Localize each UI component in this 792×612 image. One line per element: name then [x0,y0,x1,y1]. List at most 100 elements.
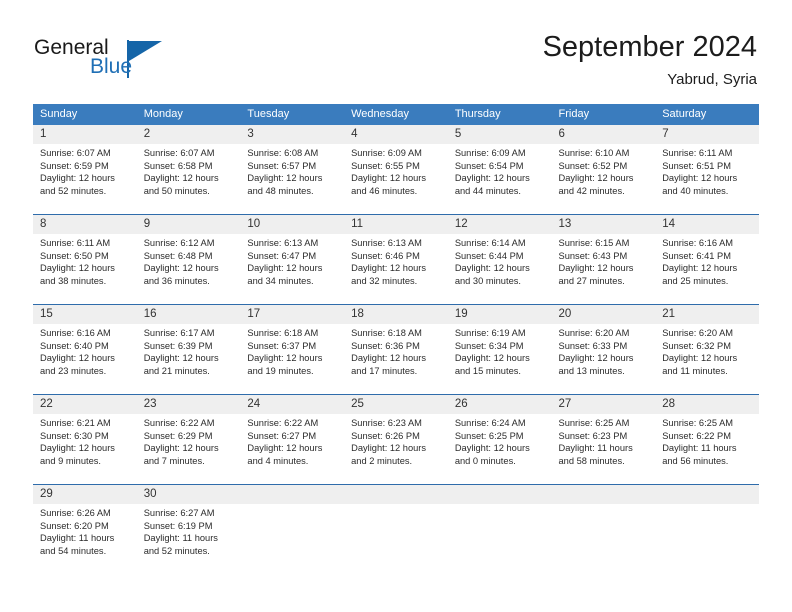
day-number[interactable]: 3 [240,125,344,144]
location-subtitle: Yabrud, Syria [667,71,757,88]
day-number[interactable]: 1 [33,125,137,144]
day-cell[interactable]: Sunrise: 6:22 AM Sunset: 6:27 PM Dayligh… [240,414,344,484]
day-number[interactable]: 23 [137,395,241,414]
daylight-text-line2: and 42 minutes. [558,185,625,196]
daylight-text-line2: and 9 minutes. [40,455,101,466]
day-cell[interactable]: Sunrise: 6:11 AM Sunset: 6:51 PM Dayligh… [655,144,759,214]
daylight-text-line2: and 54 minutes. [40,545,107,556]
day-number[interactable]: 13 [552,215,656,234]
day-number-strip: 1 2 3 4 5 6 7 [33,125,759,144]
day-cell[interactable]: Sunrise: 6:14 AM Sunset: 6:44 PM Dayligh… [448,234,552,304]
calendar-grid: Sunday Monday Tuesday Wednesday Thursday… [33,104,759,574]
sunrise-text: Sunrise: 6:18 AM [247,328,319,338]
day-number[interactable]: 24 [240,395,344,414]
day-number[interactable]: 14 [655,215,759,234]
day-cell-empty [344,504,448,574]
day-cell[interactable]: Sunrise: 6:27 AM Sunset: 6:19 PM Dayligh… [137,504,241,574]
day-number[interactable]: 19 [448,305,552,324]
day-cell-empty [655,504,759,574]
day-number[interactable]: 4 [344,125,448,144]
day-number[interactable]: 12 [448,215,552,234]
day-number-strip: 15 16 17 18 19 20 21 [33,305,759,324]
sunrise-text: Sunrise: 6:14 AM [454,238,526,248]
day-number[interactable]: 22 [33,395,137,414]
daylight-text-line2: and 4 minutes. [247,455,309,466]
day-cell-empty [240,504,344,574]
daylight-text-line1: Daylight: 12 hours [40,443,115,454]
day-cell[interactable]: Sunrise: 6:11 AM Sunset: 6:50 PM Dayligh… [33,234,137,304]
daylight-text-line1: Daylight: 12 hours [454,263,530,274]
day-cell[interactable]: Sunrise: 6:19 AM Sunset: 6:34 PM Dayligh… [448,324,552,394]
day-cell[interactable]: Sunrise: 6:13 AM Sunset: 6:47 PM Dayligh… [240,234,344,304]
sunrise-text: Sunrise: 6:10 AM [558,148,630,158]
day-cell[interactable]: Sunrise: 6:24 AM Sunset: 6:25 PM Dayligh… [448,414,552,484]
day-number[interactable]: 16 [137,305,241,324]
day-cell[interactable]: Sunrise: 6:10 AM Sunset: 6:52 PM Dayligh… [552,144,656,214]
day-cell[interactable]: Sunrise: 6:16 AM Sunset: 6:40 PM Dayligh… [33,324,137,394]
daylight-text-line2: and 34 minutes. [247,275,314,286]
weekday-header-friday: Friday [558,108,590,120]
logo-text-blue: Blue [90,55,133,78]
day-number[interactable]: 11 [344,215,448,234]
day-number[interactable]: 8 [33,215,137,234]
daylight-text-line2: and 17 minutes. [351,365,418,376]
weekday-header-thursday: Thursday [454,108,501,120]
day-number[interactable]: 9 [137,215,241,234]
day-cell[interactable]: Sunrise: 6:13 AM Sunset: 6:46 PM Dayligh… [344,234,448,304]
daylight-text-line1: Daylight: 12 hours [454,173,530,184]
day-cell[interactable]: Sunrise: 6:16 AM Sunset: 6:41 PM Dayligh… [655,234,759,304]
sunrise-text: Sunrise: 6:26 AM [40,508,111,518]
daylight-text-line1: Daylight: 12 hours [143,173,219,184]
day-number-empty [240,485,344,504]
sunset-text: Sunset: 6:27 PM [247,430,317,441]
general-blue-logo[interactable]: General Blue [34,36,214,88]
day-cell[interactable]: Sunrise: 6:21 AM Sunset: 6:30 PM Dayligh… [33,414,137,484]
daylight-text-line2: and 32 minutes. [351,275,418,286]
day-number[interactable]: 5 [448,125,552,144]
sunset-text: Sunset: 6:48 PM [143,250,213,261]
day-number[interactable]: 7 [655,125,759,144]
day-number[interactable]: 25 [344,395,448,414]
day-cell[interactable]: Sunrise: 6:12 AM Sunset: 6:48 PM Dayligh… [137,234,241,304]
day-detail-strip: Sunrise: 6:07 AM Sunset: 6:59 PM Dayligh… [33,144,759,214]
sunrise-text: Sunrise: 6:15 AM [558,238,630,248]
day-number[interactable]: 6 [552,125,656,144]
day-cell[interactable]: Sunrise: 6:07 AM Sunset: 6:59 PM Dayligh… [33,144,137,214]
day-cell[interactable]: Sunrise: 6:15 AM Sunset: 6:43 PM Dayligh… [552,234,656,304]
day-number[interactable]: 2 [137,125,241,144]
day-number-empty [448,485,552,504]
day-cell[interactable]: Sunrise: 6:07 AM Sunset: 6:58 PM Dayligh… [137,144,241,214]
day-cell[interactable]: Sunrise: 6:23 AM Sunset: 6:26 PM Dayligh… [344,414,448,484]
day-number-empty [344,485,448,504]
day-cell[interactable]: Sunrise: 6:26 AM Sunset: 6:20 PM Dayligh… [33,504,137,574]
day-cell[interactable]: Sunrise: 6:09 AM Sunset: 6:55 PM Dayligh… [344,144,448,214]
day-cell[interactable]: Sunrise: 6:17 AM Sunset: 6:39 PM Dayligh… [137,324,241,394]
day-number[interactable]: 10 [240,215,344,234]
day-number[interactable]: 20 [552,305,656,324]
day-cell[interactable]: Sunrise: 6:20 AM Sunset: 6:32 PM Dayligh… [655,324,759,394]
daylight-text-line1: Daylight: 12 hours [351,443,427,454]
sunset-text: Sunset: 6:50 PM [40,250,109,261]
day-number[interactable]: 26 [448,395,552,414]
sunset-text: Sunset: 6:23 PM [558,430,628,441]
day-number[interactable]: 15 [33,305,137,324]
day-cell[interactable]: Sunrise: 6:20 AM Sunset: 6:33 PM Dayligh… [552,324,656,394]
day-cell[interactable]: Sunrise: 6:08 AM Sunset: 6:57 PM Dayligh… [240,144,344,214]
day-cell[interactable]: Sunrise: 6:25 AM Sunset: 6:22 PM Dayligh… [655,414,759,484]
day-number[interactable]: 29 [33,485,137,504]
day-number[interactable]: 21 [655,305,759,324]
day-cell[interactable]: Sunrise: 6:18 AM Sunset: 6:37 PM Dayligh… [240,324,344,394]
day-cell[interactable]: Sunrise: 6:09 AM Sunset: 6:54 PM Dayligh… [448,144,552,214]
day-number[interactable]: 18 [344,305,448,324]
day-number[interactable]: 27 [552,395,656,414]
sunset-text: Sunset: 6:58 PM [143,160,213,171]
daylight-text-line2: and 56 minutes. [662,455,729,466]
day-cell[interactable]: Sunrise: 6:22 AM Sunset: 6:29 PM Dayligh… [137,414,241,484]
sunset-text: Sunset: 6:34 PM [454,340,524,351]
day-number[interactable]: 17 [240,305,344,324]
day-cell[interactable]: Sunrise: 6:18 AM Sunset: 6:36 PM Dayligh… [344,324,448,394]
day-number[interactable]: 30 [137,485,241,504]
day-number[interactable]: 28 [655,395,759,414]
sunrise-text: Sunrise: 6:08 AM [247,148,319,158]
day-cell[interactable]: Sunrise: 6:25 AM Sunset: 6:23 PM Dayligh… [552,414,656,484]
